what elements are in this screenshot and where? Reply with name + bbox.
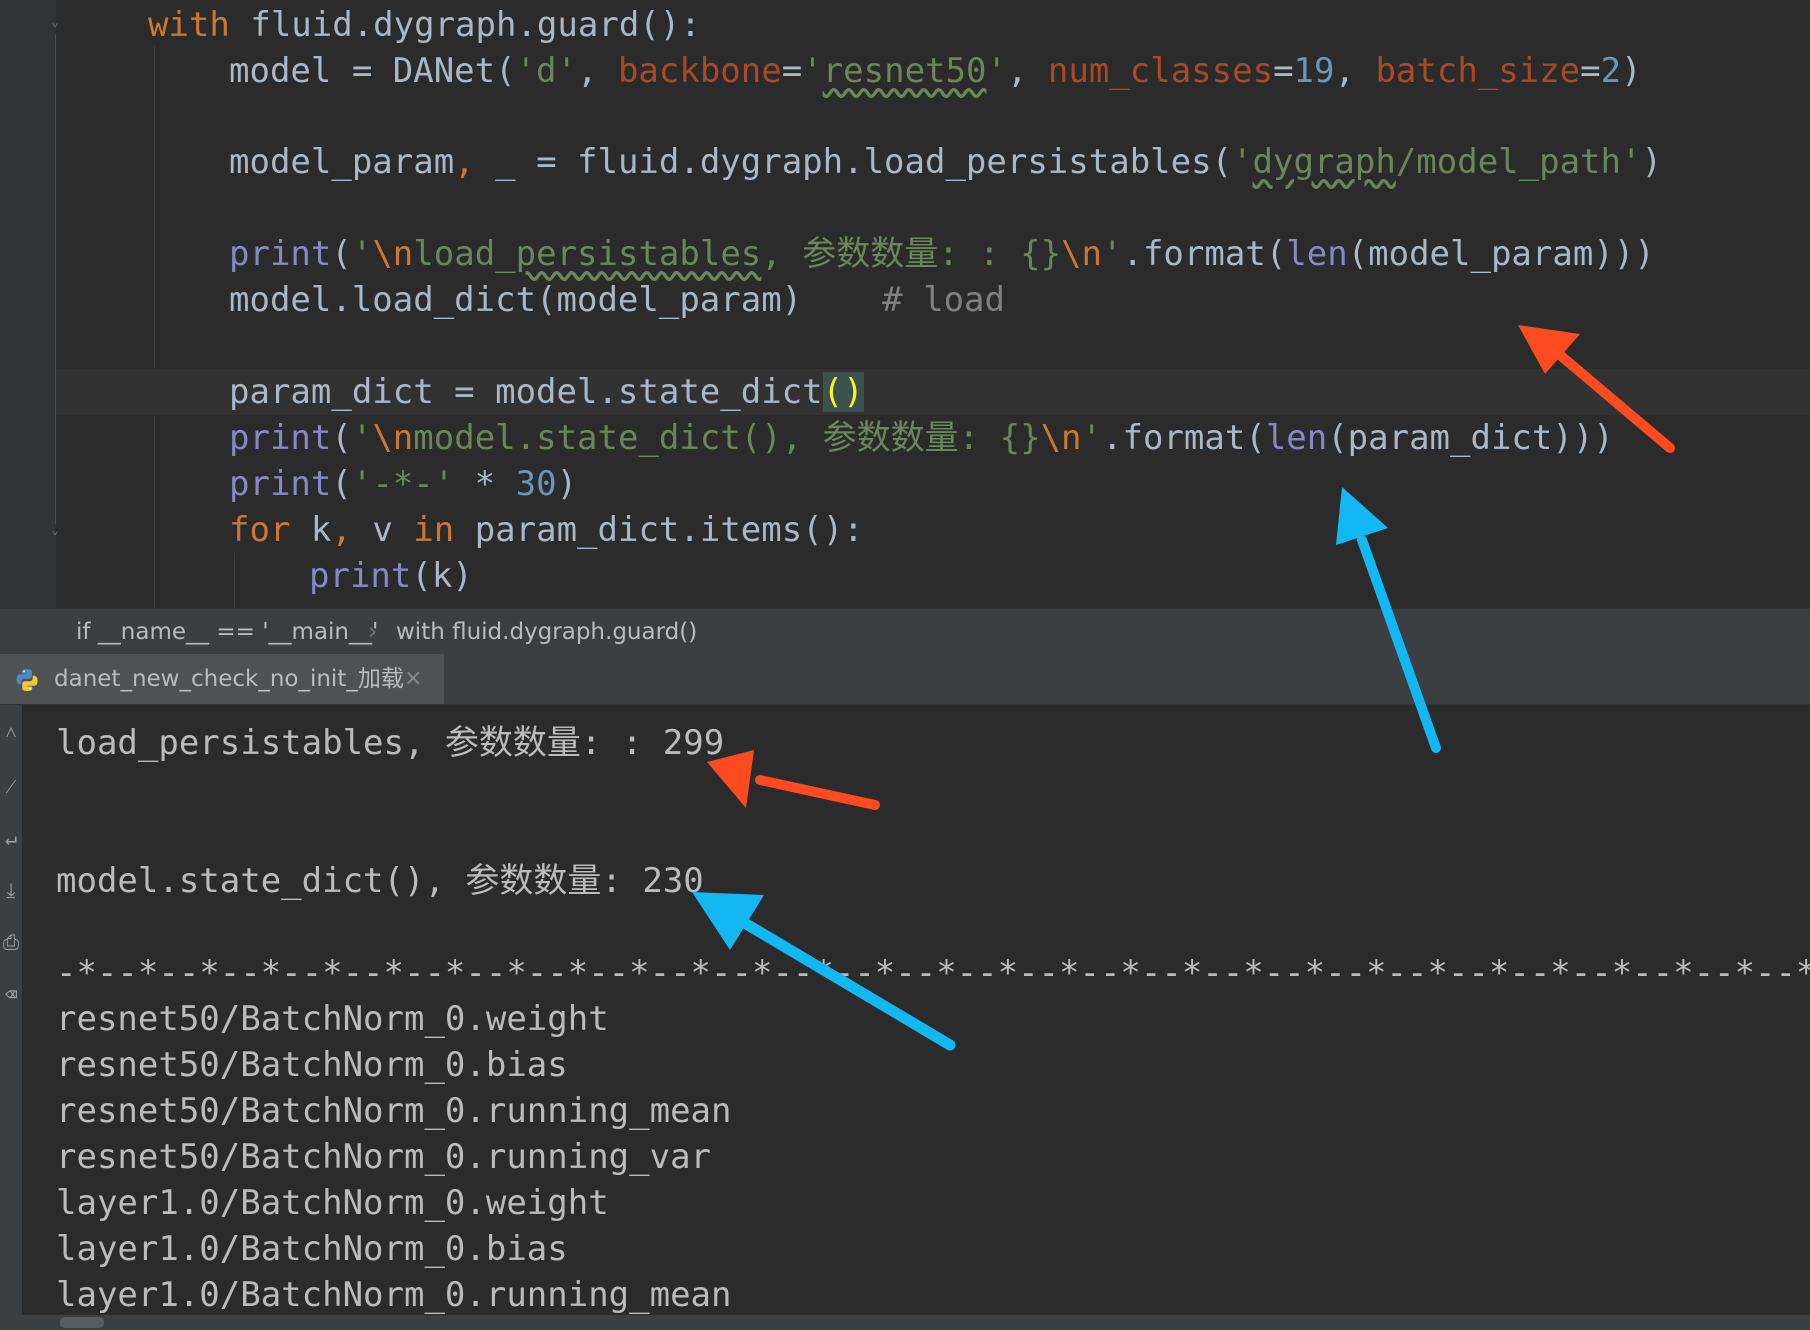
console-toolbar: ˄ ⁄ ↵ ⤓ ⎙ ⌫ <box>0 705 22 1330</box>
scroll-to-end-icon[interactable]: ⤓ <box>0 879 22 901</box>
scrollbar-thumb[interactable] <box>60 1317 104 1328</box>
run-tab-label: danet_new_check_no_init_加载 <box>54 666 404 692</box>
indent-guide <box>234 553 235 608</box>
breadcrumb-separator: › <box>368 619 378 645</box>
console-line: layer1.0/BatchNorm_0.bias <box>56 1229 568 1269</box>
console-line: resnet50/BatchNorm_0.bias <box>56 1045 568 1085</box>
wrap-icon[interactable]: ⁄ <box>0 775 22 797</box>
run-console[interactable]: ˄ ⁄ ↵ ⤓ ⎙ ⌫ load_persistables, 参数数量: : 2… <box>0 705 1810 1330</box>
console-line: -*--*--*--*--*--*--*--*--*--*--*--*--*--… <box>56 953 1810 993</box>
run-tab[interactable]: danet_new_check_no_init_加载 × <box>0 654 444 704</box>
trash-icon[interactable]: ⌫ <box>0 983 22 1005</box>
breadcrumb: if __name__ == '__main__' › with fluid.d… <box>0 608 1810 655</box>
code-line-print-k: print(k) <box>309 556 473 596</box>
console-line: load_persistables, 参数数量: : 299 <box>56 723 725 763</box>
python-file-icon <box>16 669 38 691</box>
scroll-up-icon[interactable]: ˄ <box>0 721 22 743</box>
code-line-state-dict: param_dict = model.state_dict() <box>229 372 864 412</box>
code-line-model: model = DANet('d', backbone='resnet50', … <box>229 51 1642 91</box>
soft-wrap-icon[interactable]: ↵ <box>0 827 22 849</box>
fold-guide <box>55 34 56 524</box>
console-line: model.state_dict(), 参数数量: 230 <box>56 861 704 901</box>
code-line-print-separator: print('-*-' * 30) <box>229 464 578 504</box>
console-line: layer1.0/BatchNorm_0.running_mean <box>56 1275 732 1315</box>
code-editor[interactable]: ⌄ ⌄ with fluid.dygraph.guard(): model = … <box>0 0 1810 608</box>
breadcrumb-item-guard[interactable]: with fluid.dygraph.guard() <box>396 609 697 655</box>
fold-marker-icon[interactable]: ⌄ <box>48 15 62 31</box>
run-tab-bar: danet_new_check_no_init_加载 × <box>0 654 1810 705</box>
code-line-with: with fluid.dygraph.guard(): <box>148 5 701 45</box>
console-line: resnet50/BatchNorm_0.running_mean <box>56 1091 732 1131</box>
indent-guide <box>154 46 155 608</box>
console-line: layer1.0/BatchNorm_0.weight <box>56 1183 609 1223</box>
code-line-for: for k, v in param_dict.items(): <box>229 510 864 550</box>
console-line: resnet50/BatchNorm_0.weight <box>56 999 609 1039</box>
code-line-load-dict: model.load_dict(model_param) # load <box>229 280 1005 320</box>
editor-gutter <box>0 0 56 608</box>
code-line-print-load: print('\nload_persistables, 参数数量: : {}\n… <box>229 234 1655 274</box>
print-icon[interactable]: ⎙ <box>0 931 22 953</box>
code-line-print-state: print('\nmodel.state_dict(), 参数数量: {}\n'… <box>229 418 1614 458</box>
close-icon[interactable]: × <box>404 654 422 704</box>
fold-marker-icon[interactable]: ⌄ <box>48 523 62 539</box>
console-line: resnet50/BatchNorm_0.running_var <box>56 1137 712 1177</box>
horizontal-scrollbar[interactable] <box>22 1315 1810 1330</box>
code-line-load-persistables: model_param, _ = fluid.dygraph.load_pers… <box>229 142 1662 182</box>
breadcrumb-item-main[interactable]: if __name__ == '__main__' <box>76 609 378 655</box>
